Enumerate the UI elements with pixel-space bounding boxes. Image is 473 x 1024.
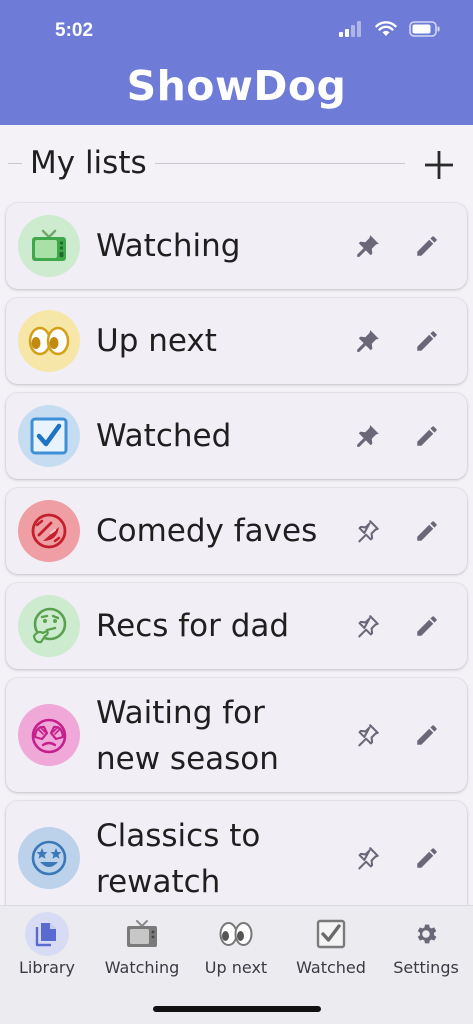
edit-button[interactable] bbox=[410, 841, 444, 875]
see-no-evil-icon bbox=[18, 704, 80, 766]
pencil-icon bbox=[417, 426, 437, 446]
tab-label: Watching bbox=[104, 958, 180, 977]
status-icons bbox=[339, 20, 441, 42]
edit-button[interactable] bbox=[410, 229, 444, 263]
pin-outline-icon bbox=[358, 724, 379, 747]
edit-button[interactable] bbox=[410, 324, 444, 358]
list-item[interactable]: Waiting for new season bbox=[6, 678, 467, 792]
pin-button[interactable] bbox=[351, 419, 385, 453]
tab-label: Library bbox=[19, 958, 75, 977]
television-icon bbox=[120, 912, 164, 956]
pin-outline-icon bbox=[358, 847, 379, 870]
tab-watched[interactable]: Watched bbox=[284, 906, 378, 986]
pencil-icon bbox=[417, 725, 437, 745]
section-title: My lists bbox=[22, 145, 155, 181]
pencil-icon bbox=[417, 616, 437, 636]
list-item[interactable]: Classics to rewatch bbox=[6, 801, 467, 905]
pin-filled-icon bbox=[357, 330, 379, 352]
add-list-button[interactable] bbox=[418, 144, 460, 186]
battery-icon bbox=[409, 21, 441, 41]
pin-outline-icon bbox=[358, 520, 379, 543]
app-header: 5:02 ShowDog bbox=[0, 0, 473, 125]
home-indicator bbox=[153, 1006, 321, 1012]
thinking-face-icon bbox=[18, 595, 80, 657]
pin-button[interactable] bbox=[351, 229, 385, 263]
tab-up-next[interactable]: Up next bbox=[189, 906, 283, 986]
list-label: Recs for dad bbox=[96, 608, 290, 644]
checkbox-icon bbox=[18, 405, 80, 467]
pin-button[interactable] bbox=[351, 718, 385, 752]
list-label: Classics to rewatch bbox=[96, 818, 261, 900]
edit-button[interactable] bbox=[410, 718, 444, 752]
wifi-icon bbox=[375, 21, 397, 41]
list-item[interactable]: Watched bbox=[6, 393, 467, 479]
tab-watching[interactable]: Watching bbox=[95, 906, 189, 986]
app-title: ShowDog bbox=[126, 62, 347, 110]
list-item[interactable]: Up next bbox=[6, 298, 467, 384]
status-time: 5:02 bbox=[55, 20, 94, 41]
edit-button[interactable] bbox=[410, 609, 444, 643]
television-icon bbox=[18, 215, 80, 277]
rolling-laughing-icon bbox=[18, 500, 80, 562]
tab-settings[interactable]: Settings bbox=[379, 906, 473, 986]
list-label: Watching bbox=[96, 228, 241, 264]
eyes-icon bbox=[18, 310, 80, 372]
list-label: Up next bbox=[96, 323, 217, 359]
pin-button[interactable] bbox=[351, 841, 385, 875]
list-label: Watched bbox=[96, 418, 232, 454]
library-icon bbox=[25, 912, 69, 956]
pin-button[interactable] bbox=[351, 324, 385, 358]
pin-button[interactable] bbox=[351, 609, 385, 643]
eyes-icon bbox=[214, 912, 258, 956]
tab-library[interactable]: Library bbox=[0, 906, 94, 986]
pencil-icon bbox=[417, 521, 437, 541]
list-item[interactable]: Watching bbox=[6, 203, 467, 289]
star-struck-icon bbox=[18, 827, 80, 889]
gear-icon bbox=[404, 912, 448, 956]
pencil-icon bbox=[417, 331, 437, 351]
edit-button[interactable] bbox=[410, 514, 444, 548]
list-label: Comedy faves bbox=[96, 513, 318, 549]
plus-icon bbox=[425, 151, 453, 179]
pin-button[interactable] bbox=[351, 514, 385, 548]
pin-filled-icon bbox=[357, 235, 379, 257]
signal-icon bbox=[339, 21, 363, 41]
pencil-icon bbox=[417, 236, 437, 256]
checkbox-icon bbox=[309, 912, 353, 956]
list-label: Waiting for new season bbox=[96, 695, 279, 777]
pin-outline-icon bbox=[358, 615, 379, 638]
list-item[interactable]: Comedy faves bbox=[6, 488, 467, 574]
tab-label: Settings bbox=[393, 958, 459, 977]
list-item[interactable]: Recs for dad bbox=[6, 583, 467, 669]
tab-label: Watched bbox=[296, 958, 366, 977]
edit-button[interactable] bbox=[410, 419, 444, 453]
lists-container: Watching Up next Watched Comedy faves Re… bbox=[0, 200, 473, 905]
tab-label: Up next bbox=[204, 958, 268, 977]
pencil-icon bbox=[417, 848, 437, 868]
pin-filled-icon bbox=[357, 425, 379, 447]
